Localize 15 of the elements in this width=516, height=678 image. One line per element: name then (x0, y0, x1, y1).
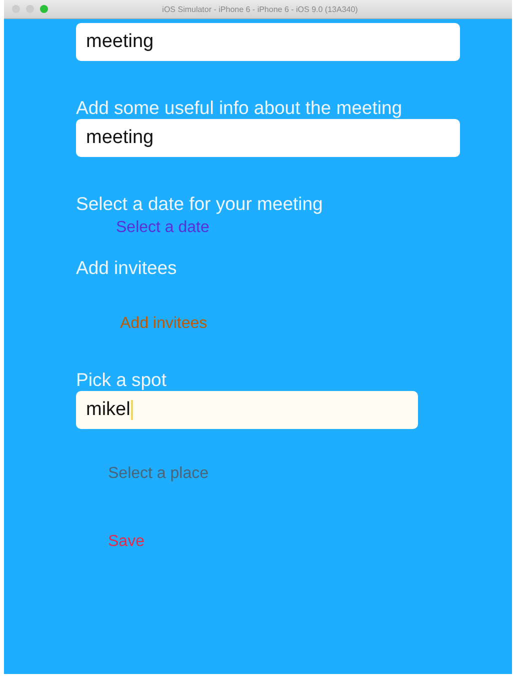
zoom-button[interactable] (40, 5, 48, 13)
link-button[interactable]: Save (108, 533, 144, 551)
close-button[interactable] (12, 5, 20, 13)
field-label: Add some useful info about the meeting (76, 97, 402, 119)
text-field[interactable]: meeting (76, 119, 460, 157)
link-button[interactable]: Add invitees (120, 315, 208, 333)
minimize-button[interactable] (26, 5, 34, 13)
field-label: Add invitees (76, 257, 177, 279)
link-button[interactable]: Select a place (108, 465, 209, 483)
text-field[interactable]: meeting (76, 23, 460, 61)
text-field[interactable]: mikel (76, 391, 418, 429)
field-label: Select a date for your meeting (76, 193, 323, 215)
field-label: Pick a spot (76, 369, 166, 391)
window-title: iOS Simulator - iPhone 6 - iPhone 6 - iOS 9.0 (13A340) (161, 4, 359, 14)
link-button[interactable]: Select a date (116, 219, 210, 237)
